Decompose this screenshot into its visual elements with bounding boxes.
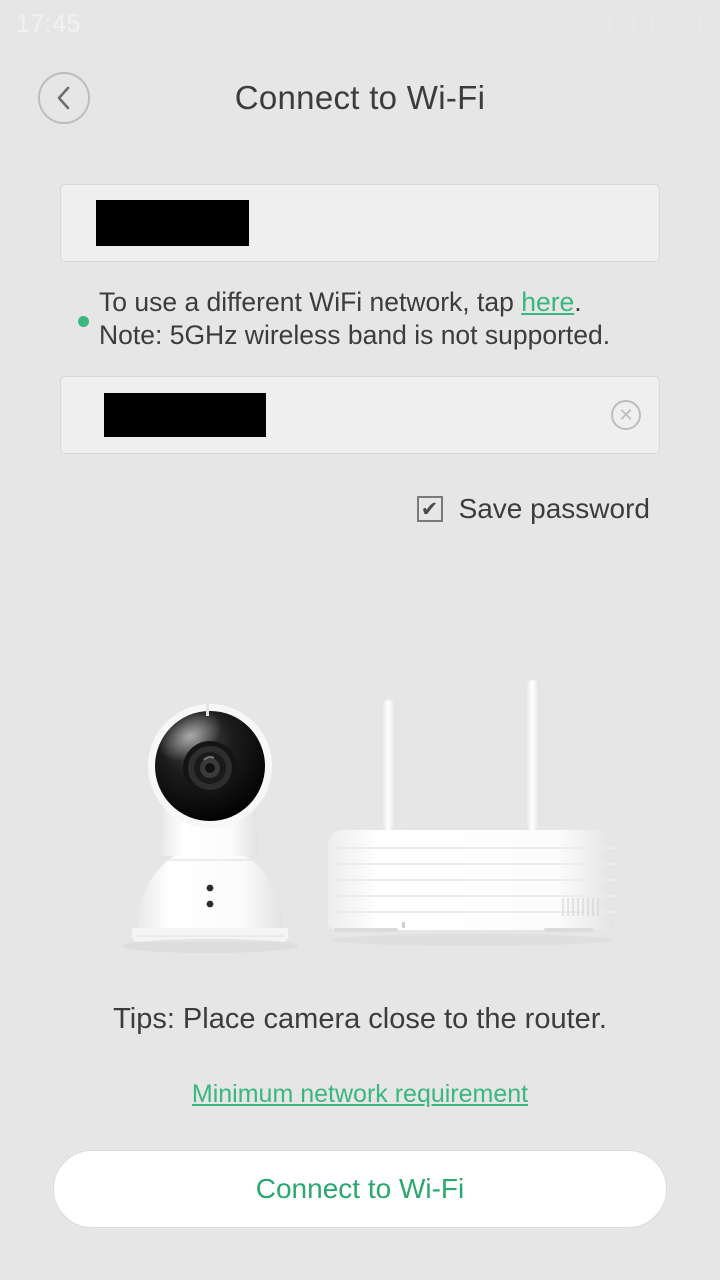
save-password-label: Save password [458,493,650,524]
hint-text-before: To use a different WiFi network, tap [99,287,522,317]
status-icons: ✕ [516,10,702,39]
redacted-password-value [104,393,266,437]
save-password-row[interactable]: ✔ Save password [416,493,650,525]
tips-text: Tips: Place camera close to the router. [113,1003,607,1035]
connect-to-wifi-screen: 17:45 ✕ Connect to Wi-Fi To use a differ… [0,0,720,1280]
clear-password-icon[interactable]: ✕ [611,400,641,430]
sim-disabled-icon: ✕ [608,11,634,37]
more-dots-icon [516,21,544,27]
hint-line-2: Note: 5GHz wireless band is not supporte… [99,320,611,350]
hint-text-after: . [574,287,582,317]
here-link[interactable]: here [521,287,574,317]
bullet-dot-icon [78,316,89,327]
minimum-network-requirement-link[interactable]: Minimum network requirement [0,1080,720,1109]
connect-to-wifi-button[interactable]: Connect to Wi-Fi [53,1150,667,1228]
page-title: Connect to Wi-Fi [234,79,486,116]
wifi-router [328,680,614,946]
redacted-ssid-value [96,200,249,246]
pan-tilt-camera [122,704,298,953]
status-bar: 17:45 ✕ [0,0,720,48]
status-time: 17:45 [16,9,82,38]
save-password-checkbox[interactable]: ✔ [416,496,443,522]
wifi-password-input[interactable]: ✕ [60,376,660,454]
hint-line-1: To use a different WiFi network, tap her… [99,286,678,319]
wifi-ssid-input[interactable] [60,184,660,262]
wifi-icon [560,10,592,39]
camera-and-router-illustration [110,660,630,960]
wifi-hint-block: To use a different WiFi network, tap her… [78,286,678,352]
page-header: Connect to Wi-Fi [0,48,720,153]
battery-icon [650,11,702,37]
